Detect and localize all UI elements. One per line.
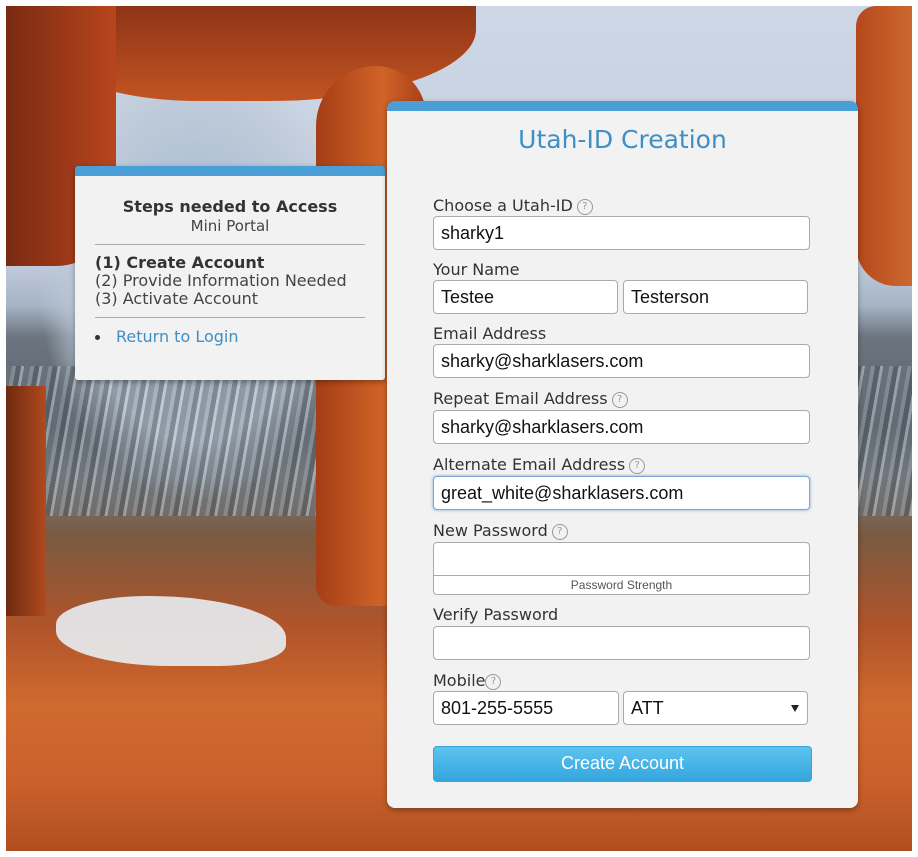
arch-left-base — [6, 386, 46, 616]
mobile-label: Mobile? — [433, 671, 502, 690]
mesa-right — [856, 6, 912, 286]
verify-password-label: Verify Password — [433, 605, 559, 624]
repeat-email-label: Repeat Email Address? — [433, 389, 628, 408]
help-circle-icon[interactable]: ? — [485, 673, 502, 690]
bullet-icon — [95, 335, 100, 340]
divider — [95, 244, 365, 245]
utah-id-input[interactable]: sharky1 — [433, 216, 810, 250]
new-password-input[interactable] — [433, 542, 810, 576]
last-name-input[interactable]: Testerson — [623, 280, 808, 314]
help-circle-icon[interactable]: ? — [551, 523, 568, 540]
help-circle-icon[interactable]: ? — [576, 198, 593, 215]
chevron-down-icon — [791, 705, 799, 712]
name-label: Your Name — [433, 260, 520, 279]
return-row: Return to Login — [95, 327, 385, 346]
form-title: Utah-ID Creation — [518, 125, 727, 154]
alternate-email-label: Alternate Email Address? — [433, 455, 646, 474]
verify-password-input[interactable] — [433, 626, 810, 660]
carrier-selected: ATT — [631, 698, 664, 718]
utah-id-label: Choose a Utah-ID? — [433, 196, 593, 215]
step-create-account: (1) Create Account — [95, 253, 265, 272]
steps-title: Steps needed to Access — [122, 197, 338, 216]
mobile-input[interactable]: 801-255-5555 — [433, 691, 619, 725]
help-circle-icon[interactable]: ? — [611, 391, 628, 408]
email-label: Email Address — [433, 324, 547, 343]
new-password-label: New Password? — [433, 521, 568, 540]
first-name-input[interactable]: Testee — [433, 280, 618, 314]
carrier-select[interactable]: ATT — [623, 691, 808, 725]
utah-id-form: Utah-ID Creation Choose a Utah-ID? shark… — [387, 101, 858, 808]
step-provide-information: (2) Provide Information Needed — [95, 271, 347, 290]
password-strength-meter: Password Strength — [433, 576, 810, 595]
step-activate-account: (3) Activate Account — [95, 289, 259, 308]
snow-patch — [56, 596, 286, 666]
help-circle-icon[interactable]: ? — [629, 457, 646, 474]
repeat-email-input[interactable]: sharky@sharklasers.com — [433, 410, 810, 444]
create-account-button[interactable]: Create Account — [433, 746, 812, 782]
alternate-email-input[interactable]: great_white@sharklasers.com — [433, 476, 810, 510]
email-input[interactable]: sharky@sharklasers.com — [433, 344, 810, 378]
divider — [95, 317, 365, 318]
steps-panel: Steps needed to Access Mini Portal (1) C… — [75, 166, 385, 380]
steps-subtitle: Mini Portal — [190, 217, 270, 235]
return-to-login-link[interactable]: Return to Login — [116, 327, 239, 346]
